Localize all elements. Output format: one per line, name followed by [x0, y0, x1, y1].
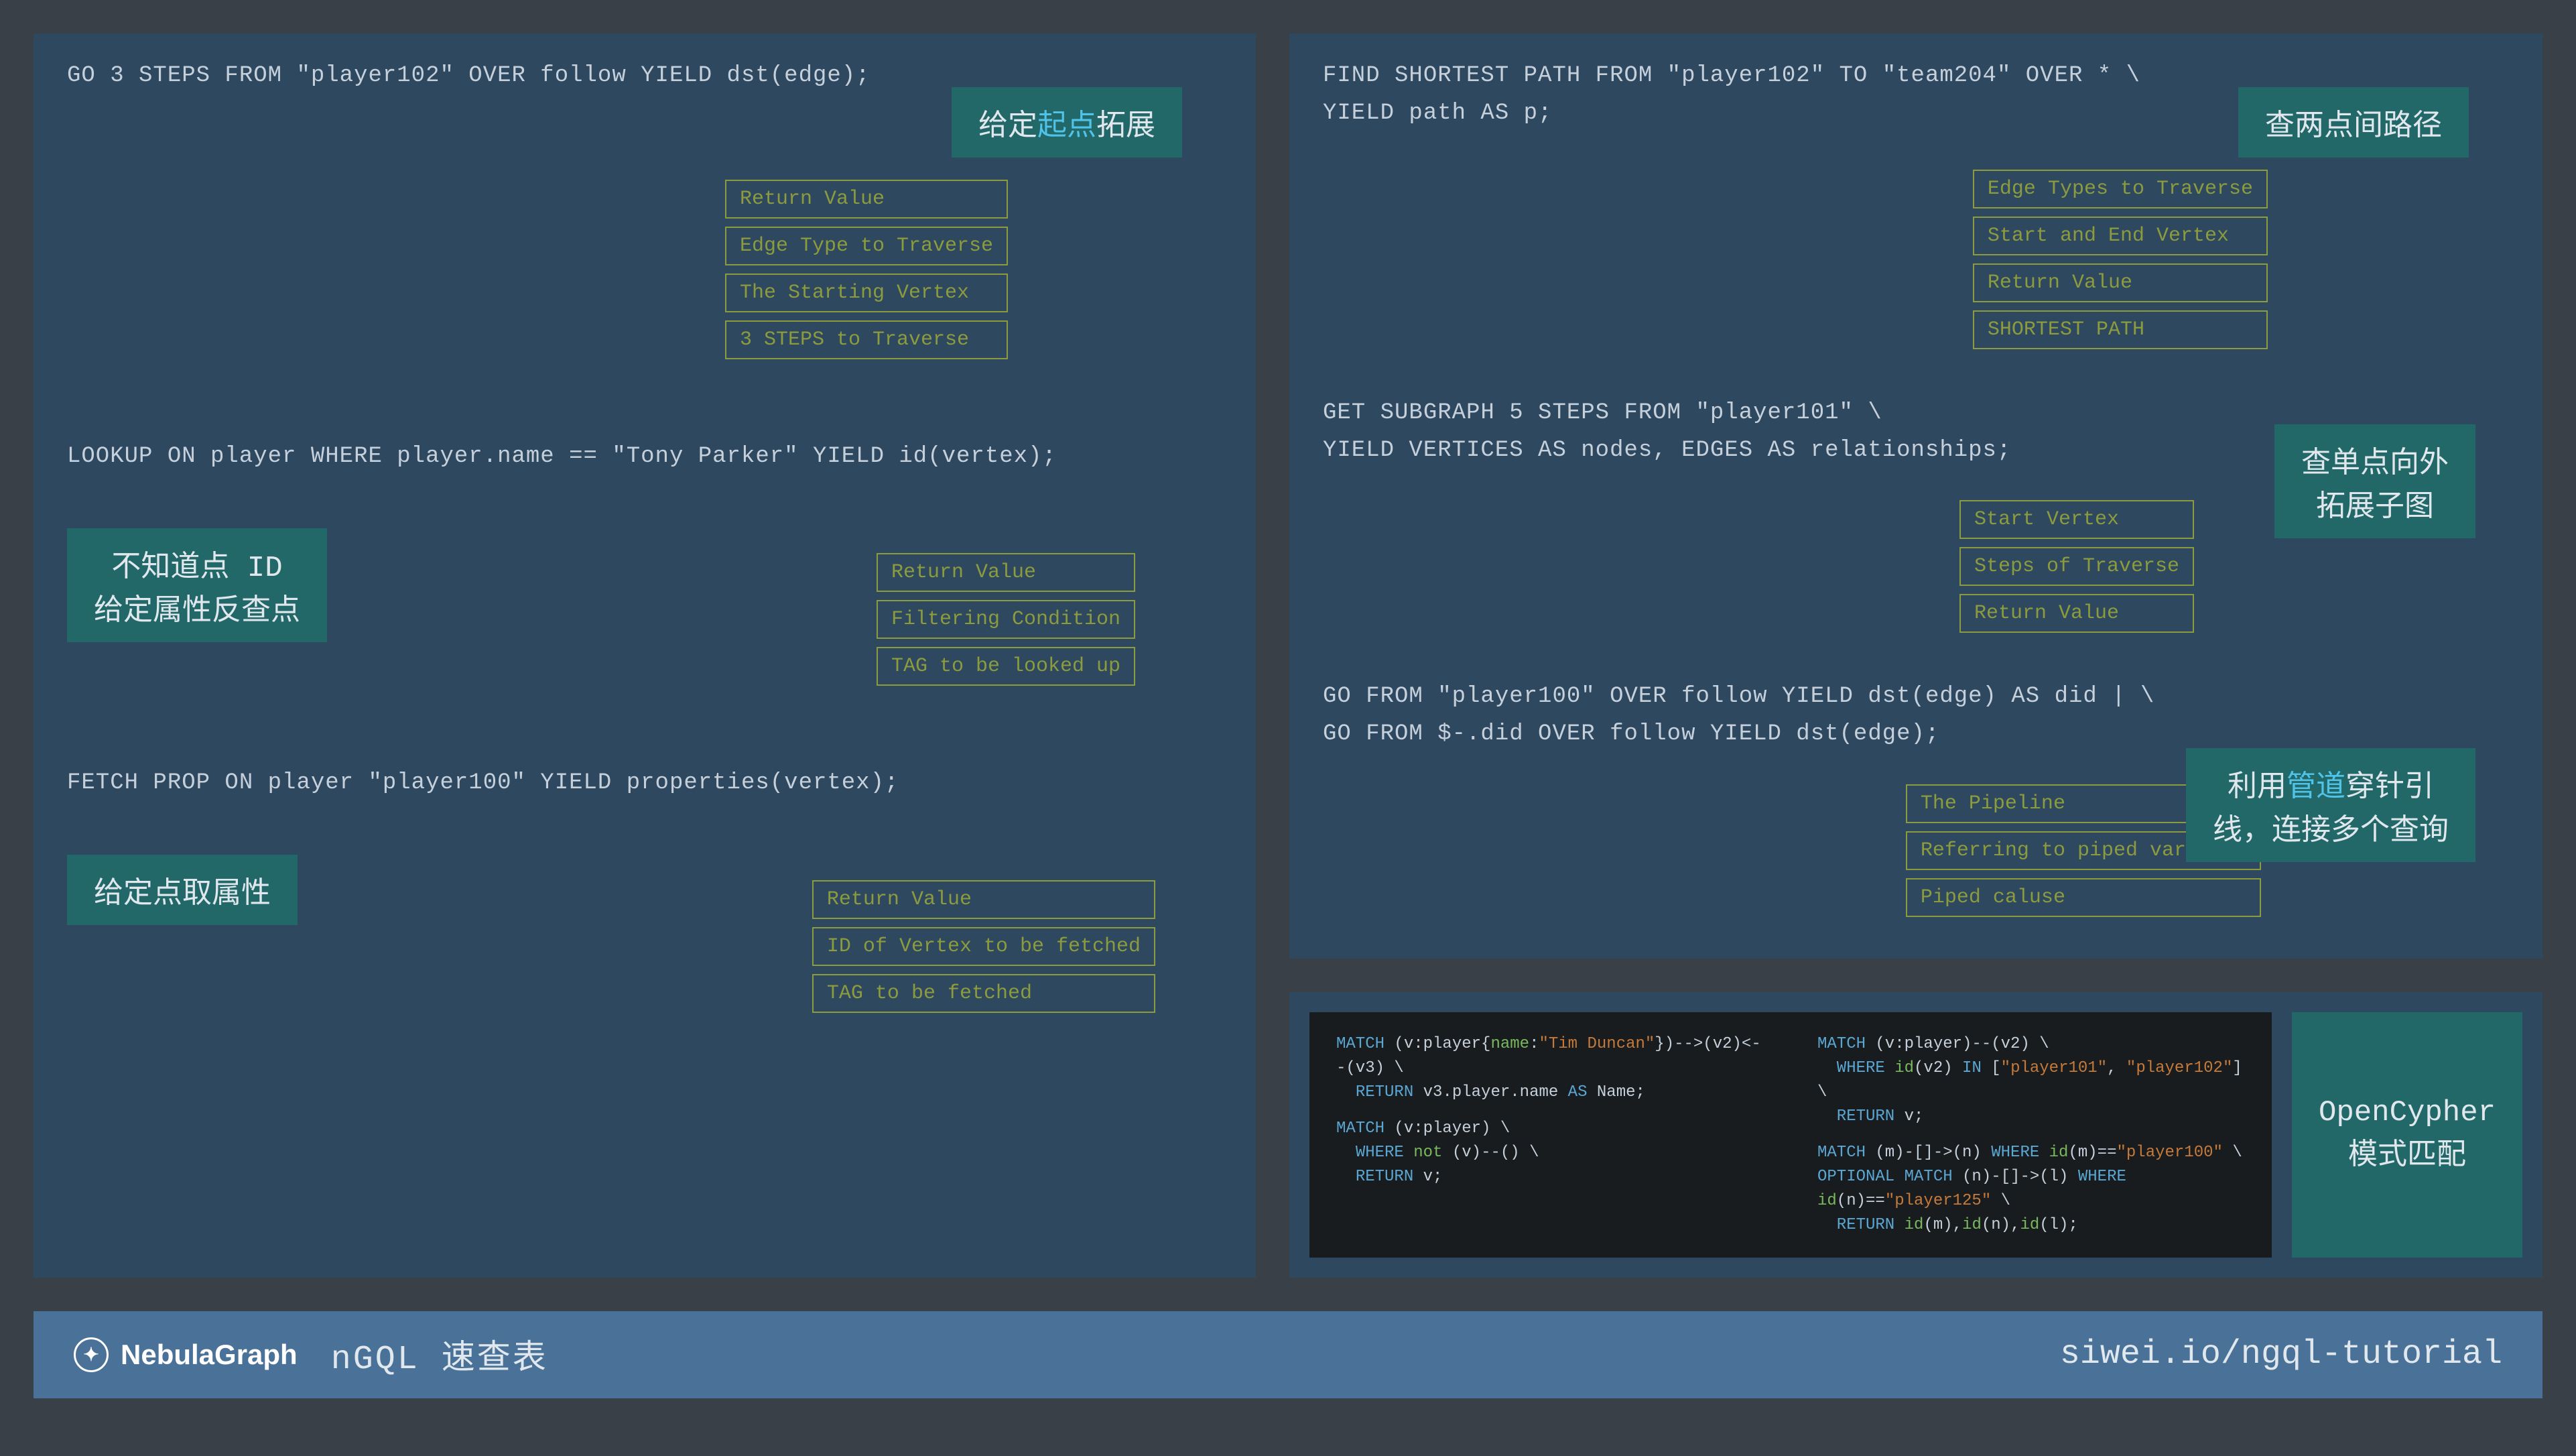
badge-subgraph: 查单点向外 拓展子图 [2274, 424, 2475, 538]
query-lookup: LOOKUP ON player WHERE player.name == "T… [67, 441, 1222, 688]
badge-lookup: 不知道点 ID 给定属性反查点 [67, 528, 327, 642]
footer: ✦ NebulaGraph nGQL 速查表 siwei.io/ngql-tut… [34, 1311, 2542, 1398]
query-go: GO 3 STEPS FROM "player102" OVER follow … [67, 60, 1222, 361]
badge-pipe: 利用管道穿针引 线，连接多个查询 [2186, 748, 2475, 862]
tag: Edge Type to Traverse [725, 227, 1008, 265]
code-col-left: MATCH (v:player{name:"Tim Duncan"})-->(v… [1336, 1032, 1764, 1237]
tag: Piped caluse [1906, 878, 2261, 917]
tag: Return Value [1959, 594, 2194, 633]
tag: SHORTEST PATH [1973, 310, 2268, 349]
footer-title: nGQL 速查表 [331, 1330, 548, 1379]
code-col-right: MATCH (v:player)--(v2) \ WHERE id(v2) IN… [1817, 1032, 2245, 1237]
tag: Start and End Vertex [1973, 217, 2268, 255]
badge-path: 查两点间路径 [2238, 87, 2469, 158]
fetch-tags: Return Value ID of Vertex to be fetched … [812, 880, 1155, 1014]
subgraph-tags: Start Vertex Steps of Traverse Return Va… [1959, 500, 2194, 634]
logo-icon: ✦ [74, 1337, 109, 1372]
tag: TAG to be fetched [812, 974, 1155, 1013]
tag: Start Vertex [1959, 500, 2194, 539]
footer-left: ✦ NebulaGraph nGQL 速查表 [74, 1330, 548, 1379]
tag: Return Value [877, 553, 1135, 592]
tag: TAG to be looked up [877, 647, 1135, 686]
main-row: GO 3 STEPS FROM "player102" OVER follow … [34, 34, 2542, 1278]
tag: Steps of Traverse [1959, 547, 2194, 586]
query-fetch-code: FETCH PROP ON player "player100" YIELD p… [67, 768, 1222, 800]
badge-go: 给定起点拓展 [952, 87, 1182, 158]
badge-fetch: 给定点取属性 [67, 855, 298, 925]
left-panel: GO 3 STEPS FROM "player102" OVER follow … [34, 34, 1256, 1278]
path-tags: Edge Types to Traverse Start and End Ver… [1973, 170, 2268, 351]
tag: The Starting Vertex [725, 274, 1008, 312]
tag: Edge Types to Traverse [1973, 170, 2268, 208]
opencypher-panel: MATCH (v:player{name:"Tim Duncan"})-->(v… [1289, 992, 2542, 1278]
tag: Return Value [725, 180, 1008, 219]
pipe-code-l2: GO FROM $-.did OVER follow YIELD dst(edg… [1323, 719, 2509, 751]
code-box: MATCH (v:player{name:"Tim Duncan"})-->(v… [1309, 1012, 2272, 1258]
tag: 3 STEPS to Traverse [725, 320, 1008, 359]
badge-opencypher: OpenCypher 模式匹配 [2292, 1012, 2522, 1258]
brand-name: NebulaGraph [121, 1339, 298, 1371]
query-fetch: FETCH PROP ON player "player100" YIELD p… [67, 768, 1222, 1014]
tag: ID of Vertex to be fetched [812, 927, 1155, 966]
query-pipe: GO FROM "player100" OVER follow YIELD ds… [1323, 681, 2509, 918]
tag: Return Value [1973, 263, 2268, 302]
tag: Return Value [812, 880, 1155, 919]
pipe-code-l1: GO FROM "player100" OVER follow YIELD ds… [1323, 681, 2509, 713]
lookup-tags: Return Value Filtering Condition TAG to … [877, 553, 1135, 687]
query-lookup-code: LOOKUP ON player WHERE player.name == "T… [67, 441, 1222, 473]
nebula-logo: ✦ NebulaGraph [74, 1337, 298, 1372]
query-path: FIND SHORTEST PATH FROM "player102" TO "… [1323, 60, 2509, 351]
go-tags: Return Value Edge Type to Traverse The S… [725, 180, 1008, 361]
query-subgraph: GET SUBGRAPH 5 STEPS FROM "player101" \ … [1323, 398, 2509, 634]
footer-link: siwei.io/ngql-tutorial [2060, 1335, 2502, 1374]
right-panel: FIND SHORTEST PATH FROM "player102" TO "… [1289, 34, 2542, 959]
tag: Filtering Condition [877, 600, 1135, 639]
